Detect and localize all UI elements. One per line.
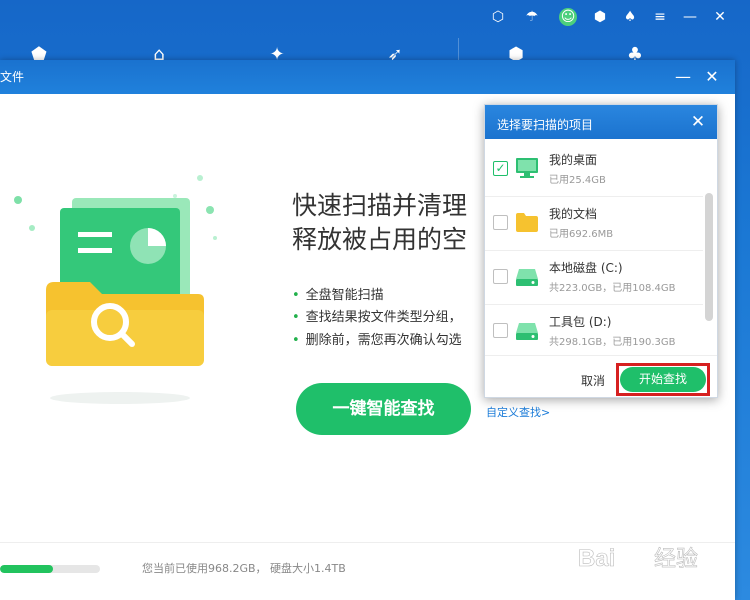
folder-search-illustration <box>10 160 240 420</box>
item-detail: 已用25.4GB <box>549 175 606 186</box>
checkbox-unchecked[interactable] <box>493 215 508 230</box>
main-titlebar: 文件 — ✕ <box>0 60 735 94</box>
svg-text:jingyan.baidu.com: jingyan.baidu.com <box>579 581 669 593</box>
window-title: 文件 <box>0 70 25 84</box>
checkbox-unchecked[interactable] <box>493 269 508 284</box>
scan-item-drive-c[interactable]: 本地磁盘 (C:) 共223.0GB，已用108.4GB <box>485 251 703 305</box>
background-top-bar: ⬡ ☂ ☺ ⬢ ♠ ≡ — ✕ <box>0 0 750 34</box>
desktop-icon <box>516 158 538 178</box>
feature-item: 删除前，需您再次确认勾选 <box>292 329 462 348</box>
checkbox-unchecked[interactable] <box>493 323 508 338</box>
item-detail: 共298.1GB，已用190.3GB <box>549 337 676 348</box>
dialog-footer: 取消 开始查找 <box>485 355 717 397</box>
main-heading-line1: 快速扫描并清理 <box>292 191 468 220</box>
main-minimize-icon[interactable]: — <box>672 66 694 88</box>
folder-icon <box>516 213 538 232</box>
scan-item-desktop[interactable]: ✓ 我的桌面 已用25.4GB <box>485 143 703 197</box>
dialog-header: 选择要扫描的项目 ✕ <box>485 105 717 139</box>
item-name: 本地磁盘 (C:) <box>549 261 623 275</box>
illustration-graphic <box>14 175 217 404</box>
disk-usage-bar <box>0 565 100 573</box>
scan-item-list: ✓ 我的桌面 已用25.4GB 我的文档 已用692.6MB 本地磁盘 (C:)… <box>485 143 717 355</box>
custom-scan-link[interactable]: 自定义查找> <box>486 404 550 420</box>
item-name: 工具包 (D:) <box>549 315 612 329</box>
smart-scan-button[interactable]: 一键智能查找 <box>296 383 471 435</box>
disk-usage-fill <box>0 565 53 573</box>
cube-icon[interactable]: ⬢ <box>591 8 609 26</box>
minimize-icon[interactable]: — <box>681 8 699 26</box>
dialog-close-icon[interactable]: ✕ <box>687 111 709 133</box>
svg-text:经验: 经验 <box>654 547 698 572</box>
umbrella-icon[interactable]: ☂ <box>523 8 541 26</box>
disk-icon <box>516 323 538 340</box>
shield-badge-icon[interactable]: ⬡ <box>489 8 507 26</box>
avatar-icon[interactable]: ☺ <box>559 8 577 26</box>
scan-item-documents[interactable]: 我的文档 已用692.6MB <box>485 197 703 251</box>
item-name: 我的桌面 <box>549 153 598 167</box>
checkbox-checked[interactable]: ✓ <box>493 161 508 176</box>
item-detail: 共223.0GB，已用108.4GB <box>549 283 676 294</box>
disk-icon <box>516 269 538 286</box>
shirt-icon[interactable]: ♠ <box>621 8 639 26</box>
feature-item: 全盘智能扫描 <box>292 284 384 303</box>
menu-icon[interactable]: ≡ <box>651 8 669 26</box>
close-icon[interactable]: ✕ <box>711 8 729 26</box>
item-detail: 已用692.6MB <box>549 229 614 240</box>
cancel-button[interactable]: 取消 <box>581 372 605 389</box>
dialog-title: 选择要扫描的项目 <box>497 118 594 132</box>
item-name: 我的文档 <box>549 207 598 221</box>
disk-usage-text: 您当前已使用968.2GB， 硬盘大小1.4TB <box>142 562 346 575</box>
scan-items-dialog: 选择要扫描的项目 ✕ ✓ 我的桌面 已用25.4GB 我的文档 已用692.6M… <box>484 104 718 398</box>
svg-text:Bai: Bai <box>578 545 615 572</box>
start-search-button[interactable]: 开始查找 <box>620 367 706 392</box>
baidu-logo-icon: Bai 经验 jingyan.baidu.com <box>578 545 699 593</box>
main-heading-line2: 释放被占用的空 <box>292 225 468 254</box>
baidu-watermark: Bai 经验 jingyan.baidu.com <box>578 536 738 596</box>
main-close-icon[interactable]: ✕ <box>701 66 723 88</box>
scan-item-drive-d[interactable]: 工具包 (D:) 共298.1GB，已用190.3GB <box>485 305 703 355</box>
feature-item: 查找结果按文件类型分组， <box>292 306 462 325</box>
scrollbar-thumb[interactable] <box>705 193 713 321</box>
